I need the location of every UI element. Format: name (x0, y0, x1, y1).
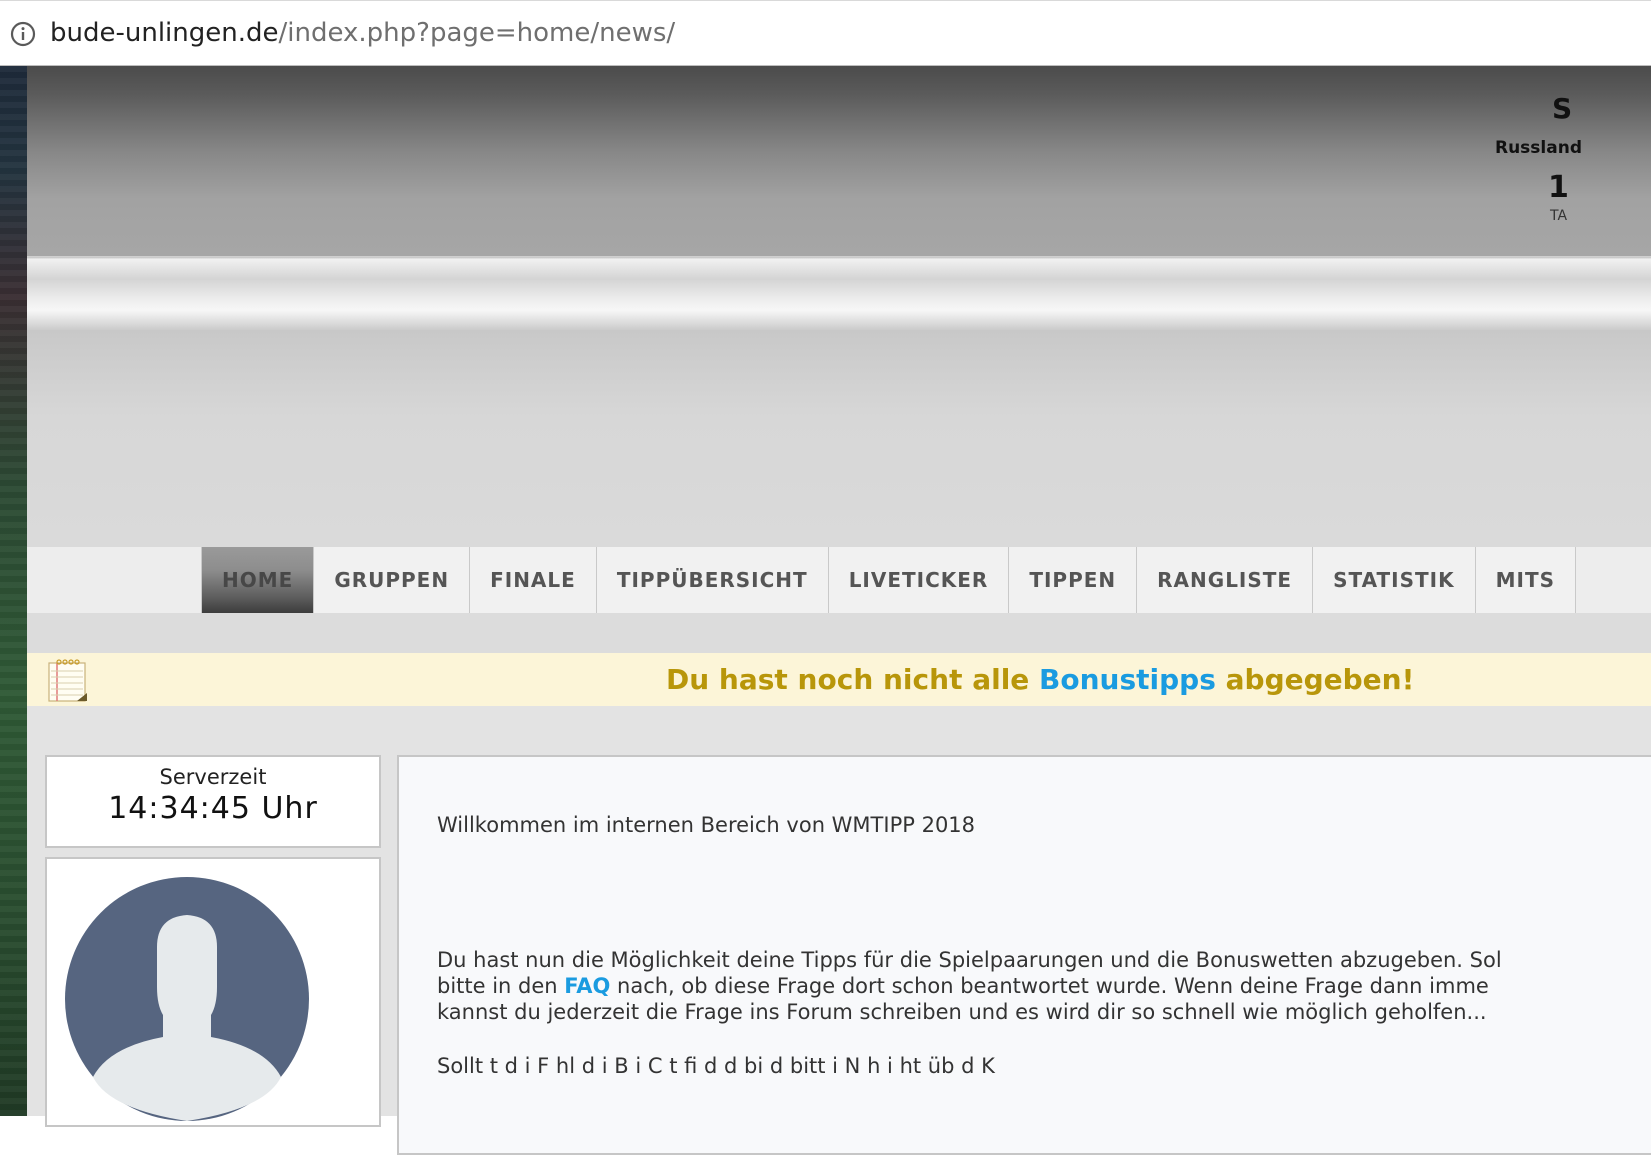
bonus-notice-text: Du hast noch nicht alle Bonustipps abgeg… (666, 663, 1414, 696)
url-text[interactable]: bude-unlingen.de/index.php?page=home/new… (50, 15, 675, 51)
server-time-label: Serverzeit (159, 765, 267, 789)
welcome-heading: Willkommen im internen Bereich von WMTIP… (437, 813, 976, 837)
intro-paragraph: Du hast nun die Möglichkeit deine Tipps … (437, 947, 1651, 1025)
notice-text-before: Du hast noch nicht alle (666, 663, 1040, 696)
intro-line-2-before: bitte in den (437, 974, 565, 998)
second-paragraph-partial: Sollt t d i F hl d i B i C t fi d d bi d… (437, 1054, 995, 1078)
info-icon[interactable] (10, 21, 36, 47)
nav-tippuebersicht[interactable]: TIPPÜBERSICHT (595, 547, 829, 613)
nav-liveticker[interactable]: LIVETICKER (827, 547, 1010, 613)
countdown-title: S (1552, 92, 1573, 125)
header-lower (27, 330, 1651, 547)
nav-rangliste[interactable]: RANGLISTE (1136, 547, 1314, 613)
stadium-background (0, 66, 27, 1116)
nav-tippen[interactable]: TIPPEN (1008, 547, 1138, 613)
avatar[interactable] (65, 877, 309, 1121)
main-content: Willkommen im internen Bereich von WMTIP… (397, 755, 1651, 1155)
browser-address-bar[interactable]: bude-unlingen.de/index.php?page=home/new… (0, 0, 1651, 66)
main-nav: HOME GRUPPEN FINALE TIPPÜBERSICHT LIVETI… (27, 547, 1651, 613)
server-time-value: 14:34:45 Uhr (108, 791, 318, 826)
faq-link[interactable]: FAQ (564, 974, 610, 998)
countdown-location: Russland (1494, 138, 1582, 158)
sub-nav-strip (27, 613, 1651, 653)
notice-text-after: abgegeben! (1215, 663, 1415, 696)
url-path: /index.php?page=home/news/ (278, 18, 676, 48)
nav-statistik[interactable]: STATISTIK (1312, 547, 1476, 613)
intro-line-2-after: nach, ob diese Frage dort schon beantwor… (610, 974, 1489, 998)
nav-mitspieler[interactable]: MITS (1474, 547, 1576, 613)
url-domain: bude-unlingen.de (50, 18, 279, 48)
nav-gruppen[interactable]: GRUPPEN (313, 547, 471, 613)
header-band (27, 256, 1651, 331)
intro-line-1: Du hast nun die Möglichkeit deine Tipps … (437, 948, 1502, 972)
notepad-icon (48, 659, 87, 702)
site-container: S Russland 1 TA HOME GRUPPEN FINALE TIPP… (27, 66, 1651, 1155)
server-time-box: Serverzeit 14:34:45 Uhr (45, 755, 381, 848)
countdown-unit: TA (1550, 208, 1568, 224)
nav-home[interactable]: HOME (201, 547, 315, 613)
header-banner: S Russland 1 TA (27, 66, 1651, 256)
bonus-notice-bar: Du hast noch nicht alle Bonustipps abgeg… (27, 653, 1651, 706)
bonustipps-link[interactable]: Bonustipps (1039, 663, 1216, 696)
intro-line-3: kannst du jederzeit die Frage ins Forum … (437, 1000, 1487, 1024)
nav-finale[interactable]: FINALE (469, 547, 597, 613)
intro-line-2: bitte in den FAQ nach, ob diese Frage do… (437, 973, 1651, 999)
countdown-number: 1 (1548, 170, 1569, 205)
profile-box (45, 857, 381, 1127)
